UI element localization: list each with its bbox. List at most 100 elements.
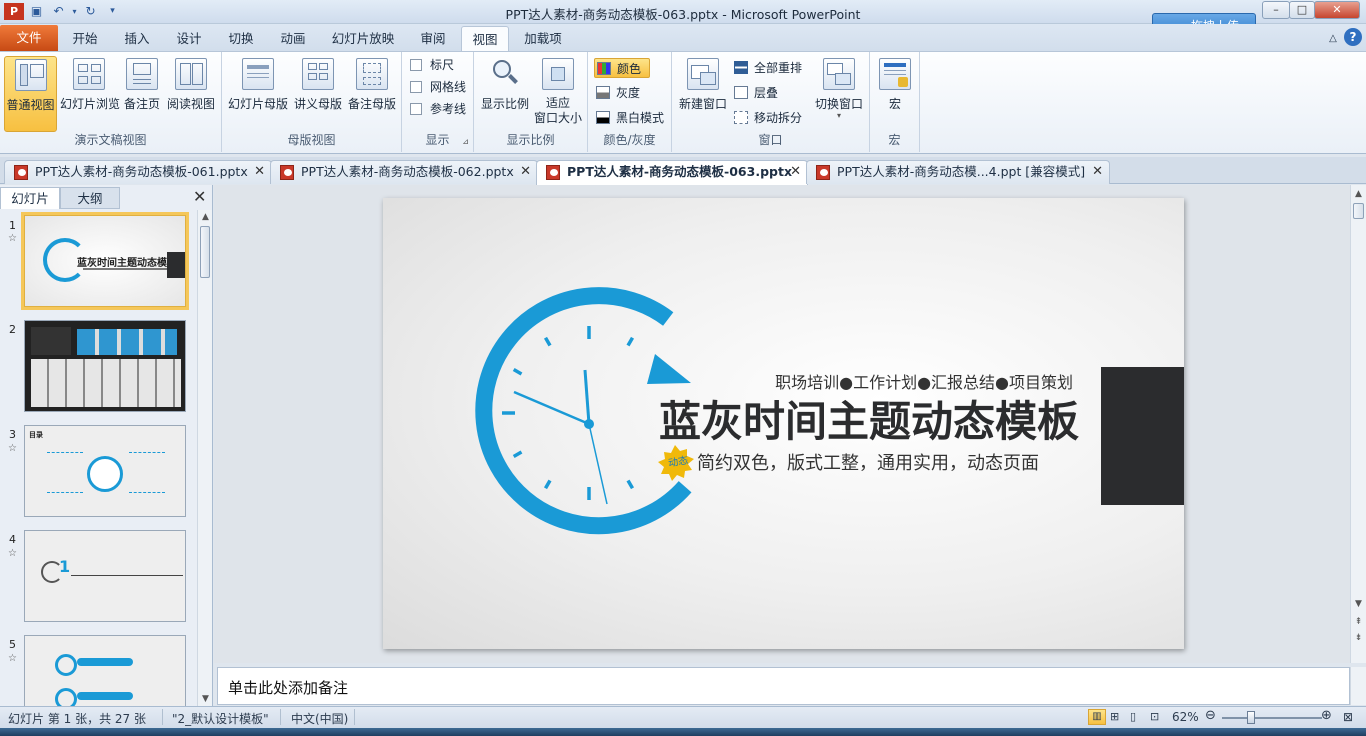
pptx-file-icon bbox=[14, 165, 28, 180]
slide-sorter-button[interactable]: 幻灯片浏览 bbox=[60, 56, 120, 132]
ruler-checkbox[interactable]: 标尺 bbox=[408, 55, 454, 75]
ruler-check-icon[interactable] bbox=[410, 59, 422, 71]
slide-thumb-4[interactable]: 1 bbox=[24, 530, 186, 622]
zoom-slider-thumb[interactable] bbox=[1247, 711, 1255, 724]
normal-view-button[interactable]: 普通视图 bbox=[4, 56, 57, 132]
thumb-connector bbox=[47, 452, 83, 453]
minimize-icon[interactable]: – bbox=[1262, 1, 1290, 19]
color-button[interactable]: 颜色 bbox=[594, 58, 650, 78]
cascade-icon bbox=[734, 86, 748, 99]
slide-thumb-5[interactable] bbox=[24, 635, 186, 707]
gridlines-checkbox[interactable]: 网格线 bbox=[408, 77, 466, 97]
help-icon[interactable]: ? bbox=[1344, 28, 1362, 46]
theme-status[interactable]: "2_默认设计模板" bbox=[172, 710, 269, 727]
group-show: 标尺 网格线 参考线 显示 ⊿ bbox=[402, 52, 474, 152]
scroll-thumb[interactable] bbox=[200, 226, 210, 278]
tab-file[interactable]: 文件 bbox=[0, 25, 58, 51]
zoom-button[interactable]: 显示比例 bbox=[478, 56, 532, 132]
move-split-button[interactable]: 移动拆分 bbox=[732, 108, 802, 128]
close-tab-icon[interactable]: ✕ bbox=[254, 161, 265, 183]
zoom-out-icon[interactable]: ⊖ bbox=[1205, 708, 1216, 723]
close-tab-icon[interactable]: ✕ bbox=[790, 161, 801, 183]
close-tab-icon[interactable]: ✕ bbox=[520, 161, 531, 183]
slide-thumb-1[interactable]: 蓝灰时间主题动态模板 bbox=[21, 212, 189, 310]
slide-number: 1 bbox=[9, 219, 16, 232]
fit-slide-icon[interactable]: ⊠ bbox=[1343, 710, 1353, 724]
notes-placeholder: 单击此处添加备注 bbox=[228, 679, 349, 697]
handout-master-button[interactable]: 讲义母版 bbox=[292, 56, 344, 132]
previous-slide-icon[interactable]: ⇞ bbox=[1351, 617, 1366, 627]
arrange-all-icon bbox=[734, 61, 748, 74]
group-label-color: 颜色/灰度 bbox=[603, 133, 656, 147]
arrange-all-button[interactable]: 全部重排 bbox=[732, 58, 802, 78]
notes-pane[interactable]: 单击此处添加备注 bbox=[217, 667, 1350, 705]
scroll-up-icon[interactable]: ▲ bbox=[198, 212, 213, 222]
slide-sorter-status-icon[interactable]: ⊞ bbox=[1110, 710, 1119, 723]
slide-number: 4 bbox=[9, 533, 16, 546]
switch-dropdown-icon: ▾ bbox=[836, 111, 841, 120]
guides-check-icon[interactable] bbox=[410, 103, 422, 115]
tab-insert[interactable]: 插入 bbox=[116, 26, 158, 51]
zoom-in-icon[interactable]: ⊕ bbox=[1321, 708, 1332, 723]
language-status[interactable]: 中文(中国) bbox=[291, 710, 348, 727]
thumb-step-bar bbox=[77, 658, 133, 666]
doc-tab-061[interactable]: PPT达人素材-商务动态模板-061.pptx ✕ bbox=[4, 160, 272, 184]
tab-review[interactable]: 审阅 bbox=[412, 26, 454, 51]
reading-view-button[interactable]: 阅读视图 bbox=[164, 56, 218, 132]
notes-page-button[interactable]: 备注页 bbox=[122, 56, 162, 132]
close-icon[interactable]: ✕ bbox=[1314, 1, 1360, 19]
tab-design[interactable]: 设计 bbox=[168, 26, 210, 51]
slide-thumb-3[interactable]: 目录 bbox=[24, 425, 186, 517]
scroll-down-icon[interactable]: ▼ bbox=[1351, 599, 1366, 609]
tab-animations[interactable]: 动画 bbox=[272, 26, 314, 51]
close-tab-icon[interactable]: ✕ bbox=[1092, 161, 1103, 183]
collapse-ribbon-icon[interactable]: △ bbox=[1326, 26, 1340, 51]
slide-count-status: 幻灯片 第 1 张，共 27 张 bbox=[8, 712, 146, 726]
black-white-button[interactable]: 黑白模式 bbox=[594, 108, 664, 128]
reading-view-status-icon[interactable]: ▯ bbox=[1130, 710, 1136, 723]
tab-slideshow[interactable]: 幻灯片放映 bbox=[326, 26, 400, 51]
doc-tab-062[interactable]: PPT达人素材-商务动态模板-062.pptx ✕ bbox=[270, 160, 538, 184]
zoom-slider-track[interactable] bbox=[1222, 717, 1322, 719]
guides-checkbox[interactable]: 参考线 bbox=[408, 99, 466, 119]
gridlines-check-icon[interactable] bbox=[410, 81, 422, 93]
new-window-button[interactable]: 新建窗口 bbox=[676, 56, 730, 132]
scroll-down-icon[interactable]: ▼ bbox=[198, 694, 213, 704]
normal-view-status-icon[interactable]: ▥ bbox=[1088, 709, 1106, 725]
slides-pane: 幻灯片 大纲 ✕ 1 ☆ 蓝灰时间主题动态模板 2 3 ☆ 目录 4 ☆ 1 5… bbox=[0, 185, 213, 707]
cascade-button[interactable]: 层叠 bbox=[732, 83, 778, 103]
tab-transitions[interactable]: 切换 bbox=[220, 26, 262, 51]
slide-thumb-2[interactable] bbox=[24, 320, 186, 412]
slide-scrollbar[interactable]: ▲ ▼ ⇞ ⇟ bbox=[1350, 185, 1366, 663]
tab-slides[interactable]: 幻灯片 bbox=[0, 187, 60, 209]
slides-pane-scrollbar[interactable]: ▲ ▼ bbox=[197, 210, 212, 707]
animation-star-icon: ☆ bbox=[8, 233, 17, 244]
grayscale-button[interactable]: 灰度 bbox=[594, 83, 640, 103]
tab-outline[interactable]: 大纲 bbox=[60, 187, 120, 209]
animation-star-icon: ☆ bbox=[8, 548, 17, 559]
scroll-up-icon[interactable]: ▲ bbox=[1351, 189, 1366, 199]
close-pane-icon[interactable]: ✕ bbox=[193, 187, 206, 206]
next-slide-icon[interactable]: ⇟ bbox=[1351, 633, 1366, 643]
dialog-launcher-icon[interactable]: ⊿ bbox=[462, 137, 469, 146]
zoom-level[interactable]: 62% bbox=[1172, 710, 1199, 724]
notes-master-button[interactable]: 备注母版 bbox=[346, 56, 398, 132]
doc-tab-063[interactable]: PPT达人素材-商务动态模板-063.pptx ✕ bbox=[536, 160, 808, 185]
maximize-icon[interactable]: □ bbox=[1289, 1, 1315, 19]
tab-view[interactable]: 视图 bbox=[461, 26, 509, 51]
fit-to-window-button[interactable]: 适应 窗口大小 bbox=[532, 56, 584, 132]
doc-tab-064[interactable]: PPT达人素材-商务动态模...4.ppt [兼容模式] ✕ bbox=[806, 160, 1110, 184]
reading-view-icon bbox=[175, 58, 207, 90]
tab-home[interactable]: 开始 bbox=[64, 26, 106, 51]
notes-scrollbar[interactable] bbox=[1350, 667, 1366, 705]
thumb-step-bar bbox=[77, 692, 133, 700]
slide-canvas[interactable]: 职场培训●工作计划●汇报总结●项目策划 蓝灰时间主题动态模板 动态 简约双色，版… bbox=[383, 198, 1184, 649]
switch-windows-button[interactable]: 切换窗口 ▾ bbox=[812, 56, 866, 132]
scroll-thumb[interactable] bbox=[1353, 203, 1364, 219]
tab-addins[interactable]: 加载项 bbox=[516, 26, 570, 51]
slideshow-status-icon[interactable]: ⊡ bbox=[1150, 710, 1159, 723]
slide-master-button[interactable]: 幻灯片母版 bbox=[226, 56, 290, 132]
animation-star-icon: ☆ bbox=[8, 443, 17, 454]
macros-button[interactable]: 宏 bbox=[876, 56, 914, 132]
black-white-icon bbox=[596, 111, 610, 124]
